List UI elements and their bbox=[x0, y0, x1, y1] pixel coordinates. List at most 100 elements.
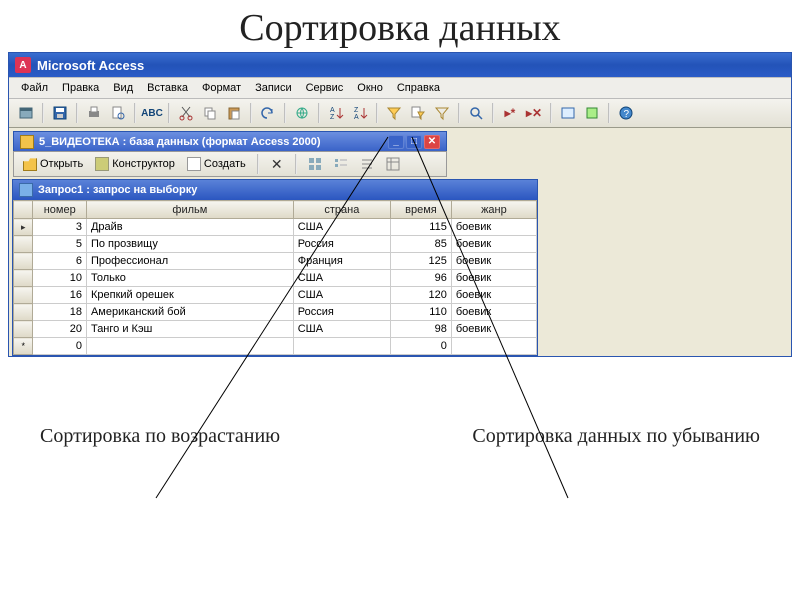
select-all-cell[interactable] bbox=[14, 201, 33, 219]
cell-country[interactable]: США bbox=[293, 287, 390, 304]
spelling-button[interactable]: ABC bbox=[141, 102, 163, 124]
table-row[interactable]: 18 Американский бой Россия 110 боевик bbox=[14, 304, 537, 321]
paste-button[interactable] bbox=[223, 102, 245, 124]
print-preview-button[interactable] bbox=[107, 102, 129, 124]
cell-film[interactable]: Только bbox=[86, 270, 293, 287]
table-row[interactable]: 20 Танго и Кэш США 98 боевик bbox=[14, 321, 537, 338]
cell-time[interactable]: 125 bbox=[391, 253, 452, 270]
menu-help[interactable]: Справка bbox=[391, 80, 446, 96]
cell-number[interactable]: 18 bbox=[33, 304, 87, 321]
copy-button[interactable] bbox=[199, 102, 221, 124]
cell-film[interactable]: Крепкий орешек bbox=[86, 287, 293, 304]
cell-film[interactable]: Американский бой bbox=[86, 304, 293, 321]
details-button[interactable] bbox=[382, 153, 404, 175]
cell-number[interactable]: 16 bbox=[33, 287, 87, 304]
large-icons-button[interactable] bbox=[304, 153, 326, 175]
cell-film[interactable]: По прозвищу bbox=[86, 236, 293, 253]
cell-country[interactable]: США bbox=[293, 321, 390, 338]
cell-country[interactable]: США bbox=[293, 270, 390, 287]
maximize-button[interactable]: □ bbox=[406, 135, 422, 149]
row-selector[interactable] bbox=[14, 219, 33, 236]
cell-time[interactable]: 85 bbox=[391, 236, 452, 253]
cell-time[interactable]: 120 bbox=[391, 287, 452, 304]
print-button[interactable] bbox=[83, 102, 105, 124]
row-selector[interactable]: * bbox=[14, 338, 33, 355]
cell-genre[interactable]: боевик bbox=[451, 219, 536, 236]
cell-film[interactable]: Профессионал bbox=[86, 253, 293, 270]
datasheet-table[interactable]: номер фильм страна время жанр 3 Драйв СШ… bbox=[13, 200, 537, 355]
sort-ascending-button[interactable]: AZ bbox=[325, 102, 347, 124]
cell-genre[interactable]: боевик bbox=[451, 253, 536, 270]
row-selector[interactable] bbox=[14, 287, 33, 304]
cell-film[interactable]: Танго и Кэш bbox=[86, 321, 293, 338]
column-header-film[interactable]: фильм bbox=[86, 201, 293, 219]
row-selector[interactable] bbox=[14, 270, 33, 287]
cell-country[interactable]: Франция bbox=[293, 253, 390, 270]
cell-time[interactable]: 115 bbox=[391, 219, 452, 236]
cell-number[interactable]: 10 bbox=[33, 270, 87, 287]
menu-insert[interactable]: Вставка bbox=[141, 80, 194, 96]
save-button[interactable] bbox=[49, 102, 71, 124]
row-selector[interactable] bbox=[14, 236, 33, 253]
minimize-button[interactable]: _ bbox=[388, 135, 404, 149]
delete-record-button[interactable]: ▸✕ bbox=[523, 102, 545, 124]
new-button[interactable]: Создать bbox=[183, 155, 250, 173]
cell-time[interactable]: 0 bbox=[391, 338, 452, 355]
cell-film[interactable]: Драйв bbox=[86, 219, 293, 236]
cell-time[interactable]: 96 bbox=[391, 270, 452, 287]
cell-country[interactable]: Россия bbox=[293, 304, 390, 321]
delete-button[interactable]: ✕ bbox=[266, 153, 288, 175]
cell-number[interactable]: 6 bbox=[33, 253, 87, 270]
menu-view[interactable]: Вид bbox=[107, 80, 139, 96]
view-button[interactable] bbox=[15, 102, 37, 124]
cell-time[interactable]: 98 bbox=[391, 321, 452, 338]
cell-genre[interactable]: боевик bbox=[451, 287, 536, 304]
column-header-time[interactable]: время bbox=[391, 201, 452, 219]
new-object-button[interactable] bbox=[581, 102, 603, 124]
table-row[interactable]: 3 Драйв США 115 боевик bbox=[14, 219, 537, 236]
cell-country[interactable]: Россия bbox=[293, 236, 390, 253]
cell-film[interactable] bbox=[86, 338, 293, 355]
new-record-row[interactable]: * 0 0 bbox=[14, 338, 537, 355]
table-row[interactable]: 10 Только США 96 боевик bbox=[14, 270, 537, 287]
cell-number[interactable]: 3 bbox=[33, 219, 87, 236]
cell-time[interactable]: 110 bbox=[391, 304, 452, 321]
apply-filter-button[interactable] bbox=[431, 102, 453, 124]
find-button[interactable] bbox=[465, 102, 487, 124]
cell-genre[interactable] bbox=[451, 338, 536, 355]
list-button[interactable] bbox=[356, 153, 378, 175]
table-row[interactable]: 16 Крепкий орешек США 120 боевик bbox=[14, 287, 537, 304]
undo-button[interactable] bbox=[257, 102, 279, 124]
cell-genre[interactable]: боевик bbox=[451, 321, 536, 338]
cut-button[interactable] bbox=[175, 102, 197, 124]
cell-genre[interactable]: боевик bbox=[451, 236, 536, 253]
cell-number[interactable]: 0 bbox=[33, 338, 87, 355]
cell-number[interactable]: 20 bbox=[33, 321, 87, 338]
column-header-number[interactable]: номер bbox=[33, 201, 87, 219]
design-button[interactable]: Конструктор bbox=[91, 155, 179, 173]
cell-genre[interactable]: боевик bbox=[451, 270, 536, 287]
hyperlink-button[interactable] bbox=[291, 102, 313, 124]
db-window-button[interactable] bbox=[557, 102, 579, 124]
small-icons-button[interactable] bbox=[330, 153, 352, 175]
menu-file[interactable]: Файл bbox=[15, 80, 54, 96]
filter-selection-button[interactable] bbox=[383, 102, 405, 124]
column-header-country[interactable]: страна bbox=[293, 201, 390, 219]
sort-descending-button[interactable]: ZA bbox=[349, 102, 371, 124]
row-selector[interactable] bbox=[14, 253, 33, 270]
filter-form-button[interactable] bbox=[407, 102, 429, 124]
cell-country[interactable] bbox=[293, 338, 390, 355]
menu-records[interactable]: Записи bbox=[249, 80, 298, 96]
table-row[interactable]: 5 По прозвищу Россия 85 боевик bbox=[14, 236, 537, 253]
menu-edit[interactable]: Правка bbox=[56, 80, 105, 96]
cell-genre[interactable]: боевик bbox=[451, 304, 536, 321]
open-button[interactable]: Открыть bbox=[19, 155, 87, 173]
column-header-genre[interactable]: жанр bbox=[451, 201, 536, 219]
help-button[interactable]: ? bbox=[615, 102, 637, 124]
close-button[interactable]: ✕ bbox=[424, 135, 440, 149]
new-record-button[interactable]: ▸* bbox=[499, 102, 521, 124]
menu-format[interactable]: Формат bbox=[196, 80, 247, 96]
menu-tools[interactable]: Сервис bbox=[300, 80, 350, 96]
cell-number[interactable]: 5 bbox=[33, 236, 87, 253]
row-selector[interactable] bbox=[14, 321, 33, 338]
